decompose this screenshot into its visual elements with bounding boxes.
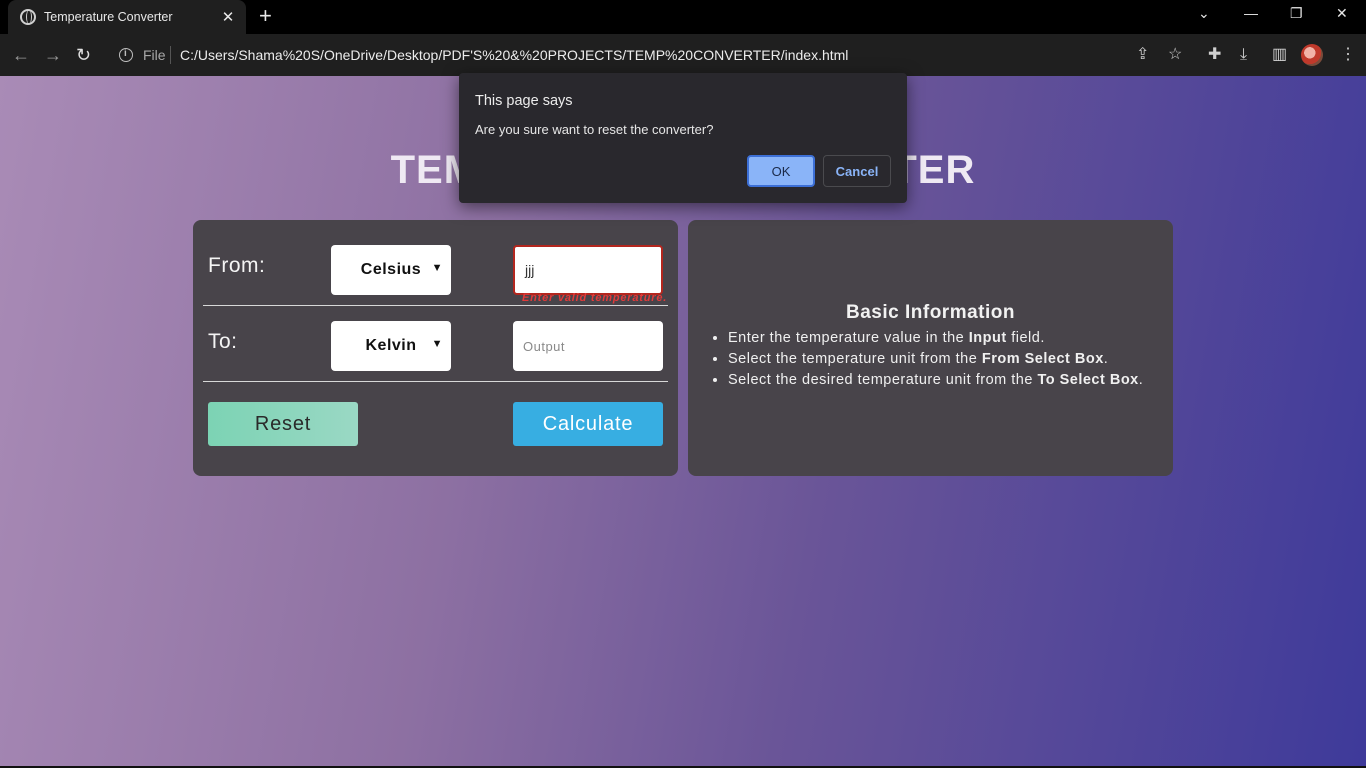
- list-item: Enter the temperature value in the Input…: [728, 330, 1143, 346]
- to-select[interactable]: Kelvin ▼: [331, 321, 451, 371]
- sidepanel-icon[interactable]: ▥: [1272, 46, 1287, 64]
- dialog-title: This page says: [475, 93, 573, 109]
- reload-icon[interactable]: ↻: [76, 45, 91, 65]
- new-tab-button[interactable]: +: [259, 5, 272, 27]
- confirm-dialog: This page says Are you sure want to rese…: [459, 73, 907, 203]
- download-icon[interactable]: ⤓: [1240, 46, 1247, 64]
- chevron-down-icon: ▼: [431, 262, 443, 274]
- info-card: Basic Information Enter the temperature …: [688, 220, 1173, 476]
- menu-icon[interactable]: ⋮: [1340, 46, 1356, 64]
- chevron-down-icon[interactable]: ⌄: [1198, 5, 1210, 22]
- dialog-message: Are you sure want to reset the converter…: [475, 122, 714, 137]
- globe-icon: [20, 9, 36, 25]
- address-bar[interactable]: C:/Users/Shama%20S/OneDrive/Desktop/PDF'…: [180, 47, 848, 63]
- minimize-icon[interactable]: —: [1244, 5, 1258, 21]
- output-placeholder: Output: [523, 338, 566, 354]
- share-icon[interactable]: ⇪: [1136, 46, 1149, 64]
- close-icon[interactable]: ✕: [220, 8, 236, 26]
- url-scheme-label: File: [143, 47, 166, 63]
- from-select-value: Celsius: [360, 261, 422, 278]
- browser-tab[interactable]: Temperature Converter ✕: [8, 0, 246, 34]
- to-label: To:: [208, 330, 238, 353]
- to-select-value: Kelvin: [365, 337, 417, 354]
- list-item: Select the temperature unit from the Fro…: [728, 351, 1143, 367]
- divider: [203, 381, 668, 382]
- back-icon[interactable]: ←: [12, 45, 30, 65]
- info-list: Enter the temperature value in the Input…: [728, 330, 1143, 393]
- cancel-button[interactable]: Cancel: [823, 155, 891, 187]
- divider: [203, 305, 668, 306]
- tab-bar: Temperature Converter ✕ + ⌄ — ❐ ✕: [0, 0, 1366, 34]
- input-error-message: Enter valid temperature.: [522, 292, 668, 304]
- ok-button[interactable]: OK: [747, 155, 815, 187]
- extensions-icon[interactable]: ✚: [1208, 46, 1221, 64]
- output-field[interactable]: Output: [513, 321, 663, 371]
- calculate-button[interactable]: Calculate: [513, 402, 663, 446]
- tab-title: Temperature Converter: [44, 10, 173, 24]
- chevron-down-icon: ▼: [431, 338, 443, 350]
- restore-icon[interactable]: ❐: [1290, 5, 1303, 22]
- info-title: Basic Information: [846, 302, 1015, 323]
- forward-icon[interactable]: →: [44, 45, 62, 65]
- close-window-icon[interactable]: ✕: [1336, 5, 1348, 22]
- from-label: From:: [208, 254, 266, 277]
- from-select[interactable]: Celsius ▼: [331, 245, 451, 295]
- temperature-input[interactable]: jjj: [513, 245, 663, 295]
- avatar[interactable]: [1301, 44, 1323, 66]
- reset-button[interactable]: Reset: [208, 402, 358, 446]
- converter-card: From: Celsius ▼ jjj Enter valid temperat…: [193, 220, 678, 476]
- list-item: Select the desired temperature unit from…: [728, 372, 1143, 388]
- star-icon[interactable]: ☆: [1168, 46, 1182, 64]
- address-separator: [170, 46, 171, 64]
- info-icon[interactable]: [119, 48, 133, 62]
- temperature-input-value: jjj: [525, 262, 535, 278]
